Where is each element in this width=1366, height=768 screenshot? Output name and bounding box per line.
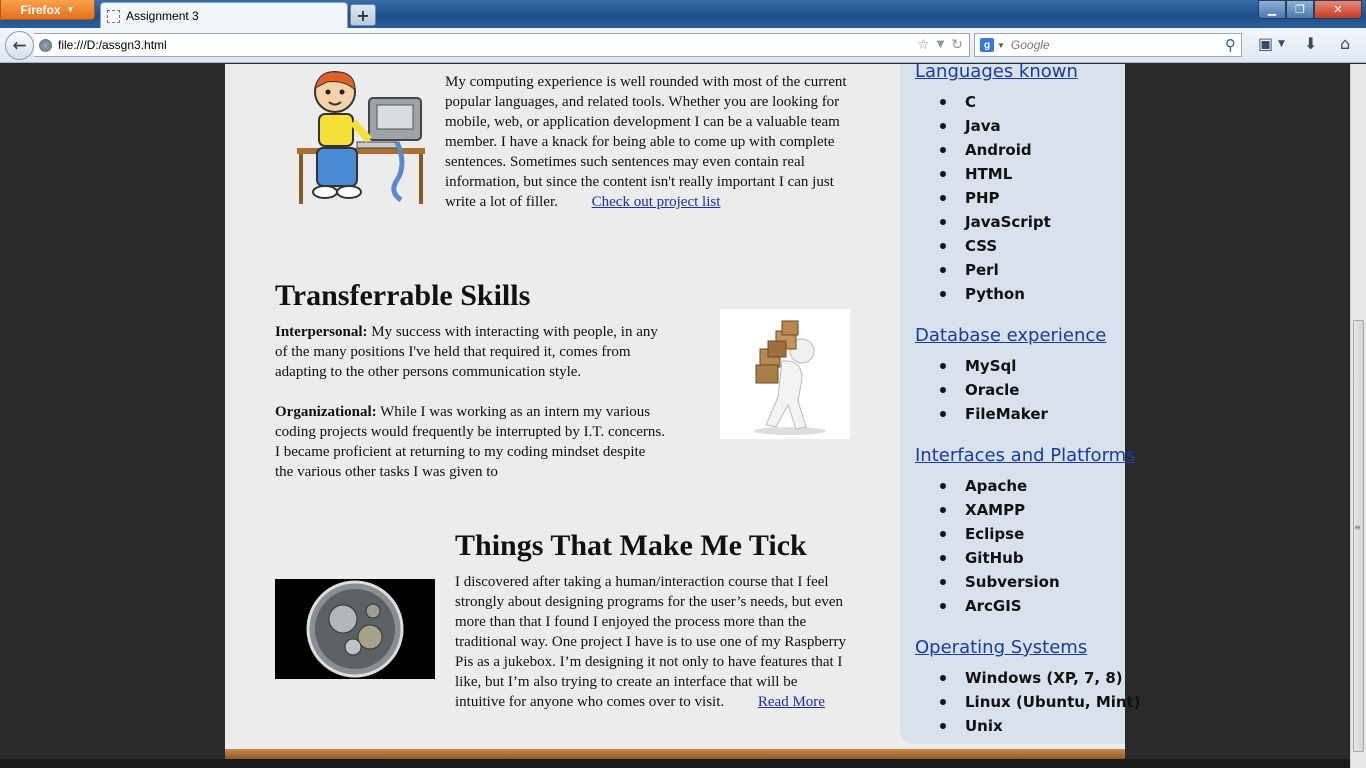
close-button[interactable]: ✕ xyxy=(1314,0,1362,19)
list-item: Android xyxy=(915,138,1051,162)
database-list: MySql Oracle FileMaker xyxy=(915,354,1048,426)
read-more-link[interactable]: Read More xyxy=(758,694,825,710)
tab-assignment-3[interactable]: Assignment 3 xyxy=(100,2,348,29)
vertical-scrollbar[interactable]: ≡ xyxy=(1350,64,1366,768)
list-item: Subversion xyxy=(915,570,1060,594)
search-engine-icon[interactable]: g xyxy=(980,38,994,52)
tick-paragraph: I discovered after taking a human/intera… xyxy=(455,574,846,710)
project-list-link[interactable]: Check out project list xyxy=(592,194,721,210)
list-item: Unix xyxy=(915,714,1141,738)
list-item: Python xyxy=(915,282,1051,306)
computing-experience-text: My computing experience is well rounded … xyxy=(445,72,847,212)
computing-paragraph: My computing experience is well rounded … xyxy=(445,74,847,210)
organizational-label: Organizational: xyxy=(275,404,377,420)
main-content: My computing experience is well rounded … xyxy=(225,64,1141,752)
globe-icon xyxy=(39,38,52,52)
list-item: HTML xyxy=(915,162,1051,186)
skills-heading: Transferrable Skills xyxy=(275,279,531,312)
list-item: MySql xyxy=(915,354,1048,378)
list-item: Linux (Ubuntu, Mint) xyxy=(915,690,1141,714)
minimize-button[interactable]: ▁ xyxy=(1258,0,1286,19)
restore-icon: ❐ xyxy=(1295,3,1305,16)
tab-title: Assignment 3 xyxy=(126,9,199,23)
back-button[interactable]: ← xyxy=(5,31,34,60)
new-tab-button[interactable]: + xyxy=(350,4,376,26)
history-dropdown-icon[interactable]: ▼ xyxy=(937,37,945,53)
tick-text: I discovered after taking a human/intera… xyxy=(455,572,847,712)
carrying-boxes-image xyxy=(720,309,850,439)
list-item: Perl xyxy=(915,258,1051,282)
minimize-icon: ▁ xyxy=(1267,3,1277,16)
list-item: CSS xyxy=(915,234,1051,258)
search-placeholder: Google xyxy=(1010,38,1050,52)
languages-list: C Java Android HTML PHP JavaScript CSS P… xyxy=(915,90,1051,306)
scrollbar-grip-icon: ≡ xyxy=(1354,523,1361,532)
bookmark-star-icon[interactable]: ☆ xyxy=(917,37,930,53)
footer-wood-border xyxy=(225,749,1125,759)
firefox-menu-button[interactable]: Firefox ▼ xyxy=(0,0,95,20)
bookmarks-dropdown-icon[interactable]: ▼ xyxy=(1278,39,1285,49)
bookmarks-icon[interactable]: ▣ xyxy=(1258,34,1273,53)
reload-icon[interactable]: ↻ xyxy=(951,37,963,53)
home-icon[interactable]: ⌂ xyxy=(1340,34,1350,53)
scrollbar-thumb[interactable] xyxy=(1353,320,1364,752)
chevron-down-icon: ▼ xyxy=(66,5,75,14)
list-item: PHP xyxy=(915,186,1051,210)
list-item: Apache xyxy=(915,474,1060,498)
list-item: XAMPP xyxy=(915,498,1060,522)
list-item: Windows (XP, 7, 8) xyxy=(915,666,1141,690)
list-item: Eclipse xyxy=(915,522,1060,546)
interpersonal-label: Interpersonal: xyxy=(275,324,368,340)
languages-heading-link[interactable]: Languages known xyxy=(915,64,1078,82)
list-item: FileMaker xyxy=(915,402,1048,426)
search-input[interactable]: g ▼ Google ⚲ xyxy=(974,33,1242,57)
skills-text: Interpersonal: My success with interacti… xyxy=(275,322,665,482)
search-engine-dropdown-icon[interactable]: ▼ xyxy=(997,41,1005,50)
tick-heading: Things That Make Me Tick xyxy=(455,529,807,562)
maximize-button[interactable]: ❐ xyxy=(1286,0,1314,19)
navigation-toolbar: ← file:///D:/assgn3.html ☆ ▼ ↻ g ▼ Googl… xyxy=(0,28,1366,63)
firefox-menu-label: Firefox xyxy=(20,2,61,17)
list-item: JavaScript xyxy=(915,210,1051,234)
skills-sidebar: Languages known C Java Android HTML PHP … xyxy=(900,64,1141,744)
close-icon: ✕ xyxy=(1333,3,1343,16)
interfaces-heading-link[interactable]: Interfaces and Platforms xyxy=(915,445,1136,466)
list-item: GitHub xyxy=(915,546,1060,570)
page-viewport: My computing experience is well rounded … xyxy=(0,64,1350,768)
list-item: Oracle xyxy=(915,378,1048,402)
os-heading-link[interactable]: Operating Systems xyxy=(915,637,1087,658)
back-arrow-icon: ← xyxy=(12,35,27,56)
list-item: C xyxy=(915,90,1051,114)
interfaces-list: Apache XAMPP Eclipse GitHub Subversion A… xyxy=(915,474,1060,618)
address-bar[interactable]: file:///D:/assgn3.html ☆ ▼ ↻ xyxy=(34,33,970,57)
kid-computer-illustration xyxy=(297,71,425,204)
search-icon[interactable]: ⚲ xyxy=(1225,36,1236,54)
os-list: Windows (XP, 7, 8) Linux (Ubuntu, Mint) … xyxy=(915,666,1141,738)
list-item: Java xyxy=(915,114,1051,138)
download-icon[interactable]: ⬇ xyxy=(1304,34,1317,53)
title-bar: Firefox ▼ Assignment 3 + ▁ ❐ ✕ xyxy=(0,0,1366,29)
list-item: ArcGIS xyxy=(915,594,1060,618)
page-favicon-icon xyxy=(107,9,120,23)
page-bottom-edge xyxy=(0,759,1350,768)
watch-mechanism-image xyxy=(275,579,435,679)
database-heading-link[interactable]: Database experience xyxy=(915,325,1106,346)
url-text: file:///D:/assgn3.html xyxy=(58,38,167,52)
